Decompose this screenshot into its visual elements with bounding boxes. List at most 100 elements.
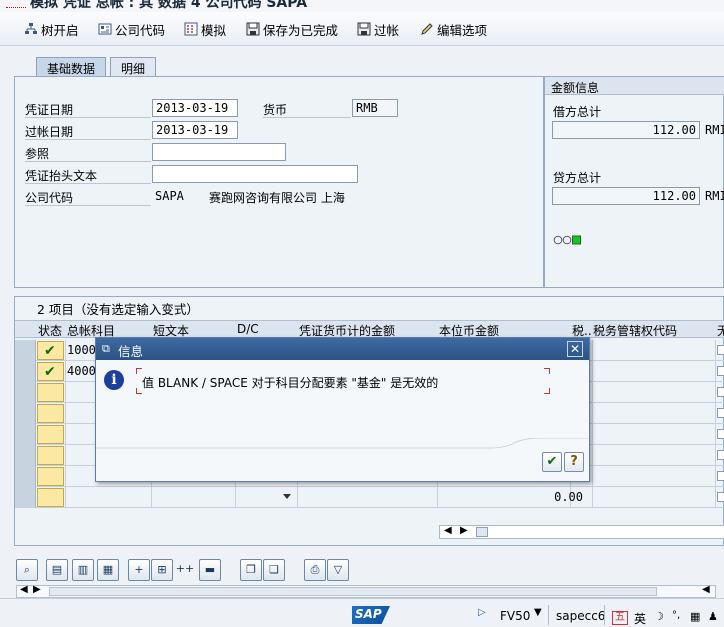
sap-logo-text: SAP [355,607,382,621]
company-name: 赛跑网咨询有限公司 上海 [209,191,345,205]
row-checkbox[interactable] [717,450,724,460]
select-all-button[interactable]: ▤ [46,559,68,581]
edit-options-button[interactable]: 编辑选项 [420,20,487,38]
paste-button[interactable]: ❏ [263,559,285,581]
delete-row-button[interactable]: ▬ [199,559,221,581]
row-status-cell[interactable]: ✔ [37,341,64,360]
table-horizontal-scrollbar[interactable]: ◀ ▶ [439,525,724,539]
row-selector[interactable] [15,403,36,424]
reference-field[interactable] [152,143,286,161]
simulate-button[interactable]: 模拟 [184,20,226,38]
table-title: 2 项目（没有选定输入变式） [37,302,199,317]
row-checkbox[interactable] [717,387,724,397]
dc-dropdown-icon[interactable] [283,494,291,499]
debit-currency: RMI [705,123,724,137]
row-checkbox[interactable] [717,429,724,439]
credit-currency: RMI [705,189,724,203]
row-selector[interactable] [15,445,36,466]
row-checkbox[interactable] [717,345,724,355]
row-status-cell[interactable] [37,425,64,444]
header-text-underline [25,183,151,184]
col-tax-jurisdiction[interactable]: 税务管辖权代码 [593,322,677,339]
row-checkbox[interactable] [717,471,724,481]
col-extra[interactable]: 无 [717,322,724,339]
help-button[interactable]: ? [564,452,584,472]
tab-details[interactable]: 明细 [110,57,157,77]
row-gl-account[interactable]: 1000 [67,343,96,357]
punctuation-icon[interactable]: °, [672,610,680,621]
header-text-field[interactable] [152,165,358,183]
append-row-button[interactable]: ⊞ [151,559,173,581]
credit-total-field: 112.00 [552,187,700,205]
row-status-cell[interactable] [37,467,64,486]
confirm-button[interactable]: ✔ [542,452,562,472]
company-code-value: SAPA [155,189,184,203]
company-code-underline [25,205,151,206]
keyboard-icon[interactable]: ▦ [690,610,700,623]
row-checkbox[interactable] [717,408,724,418]
company-code-label: 公司代码 [25,191,74,205]
currency-field[interactable]: RMB [352,99,398,117]
close-icon[interactable]: ✕ [567,341,583,357]
table-row[interactable]: 0.00 [15,487,724,508]
simulate-label: 模拟 [201,22,227,38]
row-status-cell[interactable] [37,488,64,507]
amount-info-title: 金额信息 [551,81,600,95]
copy-button[interactable]: ❐ [240,559,262,581]
more-rows-button[interactable]: ++ [174,559,196,581]
tree-on-button[interactable]: 树开启 [24,20,79,38]
row-checkbox[interactable] [717,366,724,376]
status-bar: SAP ▷ FV50 ▼ sapecc6 五 英 ☽ °, ▦ ♟ [0,598,724,627]
row-checkbox[interactable] [717,492,724,502]
play-icon[interactable]: ▷ [478,607,486,618]
debit-total-field: 112.00 [552,121,700,139]
row-status-cell[interactable] [37,404,64,423]
debit-total-label: 借方总计 [553,105,602,119]
window-title-strip: 模拟 凭证 总帐 : 其 数据 4 公司代码 SAPA [0,0,724,12]
save-completed-button[interactable]: 保存为已完成 [246,20,338,38]
company-code-button[interactable]: 公司代码 [98,20,165,38]
system-name: sapecc6 [556,609,606,623]
select-block-button[interactable]: ▥ [72,559,94,581]
row-selector[interactable] [15,361,36,382]
simulate-icon [184,22,198,36]
window-horizontal-scrollbar[interactable]: ◀ ▶ ◀ [16,584,716,598]
transaction-code: FV50 [500,609,531,623]
row-selector[interactable] [15,340,36,361]
checkmark-icon: ✔ [44,364,56,380]
row-selector[interactable] [15,424,36,445]
ime-language[interactable]: 英 [634,610,646,627]
post-button[interactable]: 过帐 [357,20,399,38]
deselect-button[interactable]: ▦ [97,559,119,581]
filter-button[interactable]: ▽ [327,559,349,581]
moon-icon[interactable]: ☽ [654,610,664,623]
currency-underline [263,117,351,118]
currency-label: 货币 [263,103,288,117]
col-status[interactable]: 状态 [38,322,62,339]
checkmark-icon: ✔ [44,343,56,359]
tree-icon [25,23,37,34]
row-selector[interactable] [15,487,36,508]
tcode-dropdown-icon[interactable]: ▼ [534,607,542,618]
row-selector[interactable] [15,466,36,487]
row-status-cell[interactable] [37,446,64,465]
ime-icon[interactable]: 五 [612,611,628,625]
print-button[interactable]: ⎙ [304,559,326,581]
insert-row-button[interactable]: + [128,559,150,581]
row-local-amount[interactable]: 0.00 [455,490,583,504]
row-status-cell[interactable] [37,383,64,402]
doc-date-field[interactable]: 2013-03-19 [152,99,238,117]
tab-basic-data[interactable]: 基础数据 [36,57,107,77]
tree-on-label: 树开启 [41,22,79,38]
doc-date-underline [25,117,151,118]
edit-options-label: 编辑选项 [437,22,488,38]
post-date-field[interactable]: 2013-03-19 [152,121,238,139]
pencil-icon [421,23,433,35]
row-gl-account[interactable]: 4000 [67,364,96,378]
row-selector[interactable] [15,382,36,403]
details-button[interactable]: ⌕ [16,559,38,581]
user-icon[interactable]: ♟ [708,610,718,623]
col-dc[interactable]: D/C [237,322,259,336]
row-status-cell[interactable]: ✔ [37,362,64,381]
company-icon [98,23,112,35]
